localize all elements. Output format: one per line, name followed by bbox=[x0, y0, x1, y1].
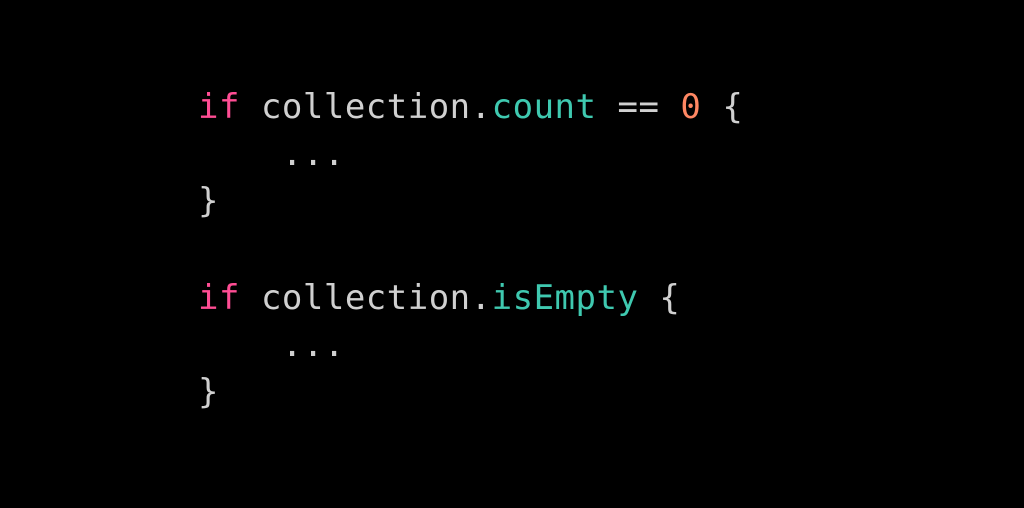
space bbox=[701, 87, 722, 127]
space bbox=[659, 87, 680, 127]
code-block-count: if collection.count == 0 { ... } bbox=[198, 84, 1024, 225]
space bbox=[240, 87, 261, 127]
space bbox=[596, 87, 617, 127]
code-block-isempty: if collection.isEmpty { ... } bbox=[198, 275, 1024, 416]
close-brace: } bbox=[198, 181, 219, 221]
dot-operator: . bbox=[471, 278, 492, 318]
keyword-if: if bbox=[198, 87, 240, 127]
code-snippet: if collection.count == 0 { ... } if coll… bbox=[0, 0, 1024, 415]
code-line: ... bbox=[198, 131, 1024, 178]
close-brace: } bbox=[198, 372, 219, 412]
code-line: if collection.isEmpty { bbox=[198, 275, 1024, 322]
ellipsis-body: ... bbox=[282, 325, 345, 365]
indent bbox=[198, 325, 282, 365]
code-line: ... bbox=[198, 322, 1024, 369]
code-line: } bbox=[198, 369, 1024, 416]
identifier-collection: collection bbox=[261, 278, 471, 318]
indent bbox=[198, 134, 282, 174]
property-count: count bbox=[492, 87, 597, 127]
dot-operator: . bbox=[471, 87, 492, 127]
property-isempty: isEmpty bbox=[492, 278, 639, 318]
open-brace: { bbox=[659, 278, 680, 318]
code-line: if collection.count == 0 { bbox=[198, 84, 1024, 131]
code-line: } bbox=[198, 178, 1024, 225]
operator-equals: == bbox=[617, 87, 659, 127]
space bbox=[240, 278, 261, 318]
number-literal: 0 bbox=[680, 87, 701, 127]
space bbox=[638, 278, 659, 318]
open-brace: { bbox=[722, 87, 743, 127]
ellipsis-body: ... bbox=[282, 134, 345, 174]
keyword-if: if bbox=[198, 278, 240, 318]
identifier-collection: collection bbox=[261, 87, 471, 127]
